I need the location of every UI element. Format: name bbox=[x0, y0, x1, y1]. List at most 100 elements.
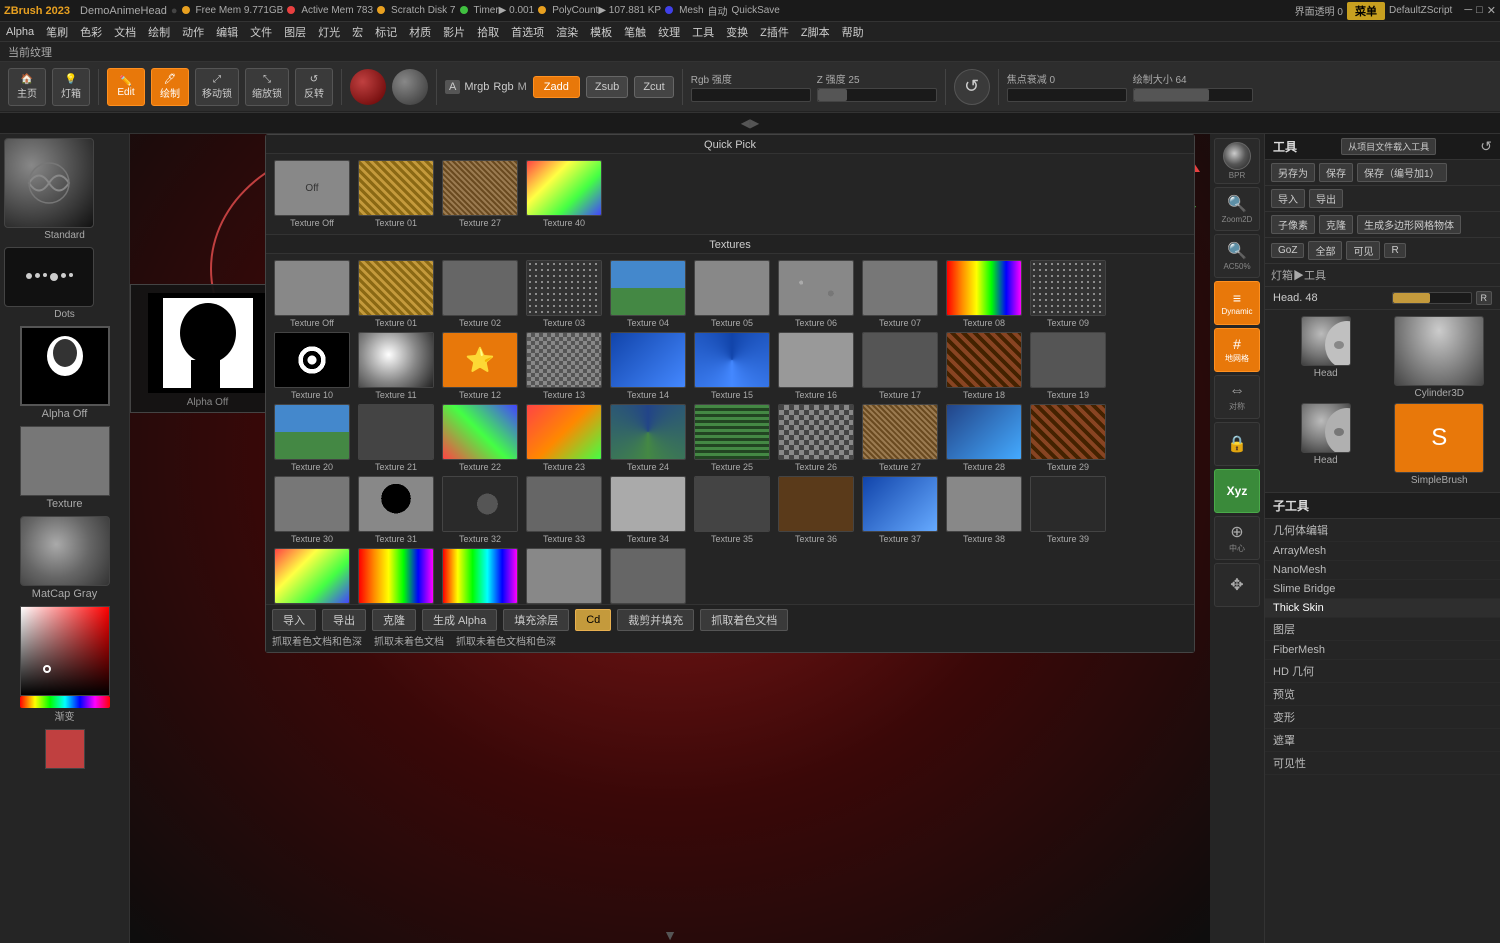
rgb-strength-slider[interactable] bbox=[691, 88, 811, 102]
menu-zplugin[interactable]: Z插件 bbox=[760, 24, 789, 40]
tex-31-item[interactable]: Texture 31 bbox=[356, 476, 436, 544]
head-tool-2[interactable]: Head bbox=[1271, 403, 1381, 486]
menu-render[interactable]: 渲染 bbox=[556, 24, 578, 40]
fiber-mesh-item[interactable]: FiberMesh bbox=[1265, 641, 1500, 660]
cylinder-tool[interactable]: Cylinder3D bbox=[1385, 316, 1495, 399]
menu-action[interactable]: 动作 bbox=[182, 24, 204, 40]
crop-fill-btn[interactable]: 裁剪并填充 bbox=[617, 609, 694, 631]
tex-37-item[interactable]: Texture 37 bbox=[860, 476, 940, 544]
collapse-arrows[interactable]: ◀▶ bbox=[741, 116, 759, 130]
mrgb-btn[interactable]: Mrgb bbox=[464, 81, 489, 93]
default-zscript[interactable]: DefaultZScript bbox=[1389, 5, 1452, 16]
home-btn[interactable]: 🏠 主页 bbox=[8, 68, 46, 106]
tex-off-item[interactable]: Texture Off bbox=[272, 260, 352, 328]
alpha-thumb[interactable] bbox=[20, 326, 110, 406]
tex-04-item[interactable]: Texture 04 bbox=[608, 260, 688, 328]
qp-texture-27[interactable]: Texture 27 bbox=[440, 160, 520, 228]
head-r-btn[interactable]: R bbox=[1476, 291, 1493, 305]
tex-05-item[interactable]: Texture 05 bbox=[692, 260, 772, 328]
canvas-bottom-arrow[interactable]: ▼ bbox=[663, 927, 677, 943]
zoom-btn[interactable]: ↺ bbox=[954, 69, 990, 105]
menu-stencil[interactable]: 模板 bbox=[590, 24, 612, 40]
menu-prefs[interactable]: 首选项 bbox=[511, 24, 544, 40]
simplebrush-tool[interactable]: S SimpleBrush bbox=[1385, 403, 1495, 486]
menu-file[interactable]: 文件 bbox=[250, 24, 272, 40]
tex-39-item[interactable]: Texture 39 bbox=[1028, 476, 1108, 544]
color-swatch[interactable] bbox=[45, 729, 85, 769]
tex-10-item[interactable]: Texture 10 bbox=[272, 332, 352, 400]
dynamic-btn[interactable]: ≡ Dynamic bbox=[1214, 281, 1260, 325]
lock-btn[interactable]: 🔒 bbox=[1214, 422, 1260, 466]
tex-02-item[interactable]: Texture 02 bbox=[440, 260, 520, 328]
xyz-btn[interactable]: Xyz bbox=[1214, 469, 1260, 513]
mask-item[interactable]: 遮罩 bbox=[1265, 729, 1500, 752]
qp-texture-off[interactable]: Off Texture Off bbox=[272, 160, 352, 228]
head-tool-1[interactable]: Head bbox=[1271, 316, 1381, 399]
hd-geo-item[interactable]: HD 几何 bbox=[1265, 660, 1500, 683]
clone-btn[interactable]: 克隆 bbox=[372, 609, 416, 631]
tex-32-item[interactable]: Texture 32 bbox=[440, 476, 520, 544]
tex-41-item[interactable]: Texture 41 bbox=[356, 548, 436, 604]
array-mesh-item[interactable]: ArrayMesh bbox=[1265, 542, 1500, 561]
color-picker[interactable] bbox=[20, 606, 110, 696]
tex-20-item[interactable]: Texture 20 bbox=[272, 404, 352, 472]
zoom2d-btn[interactable]: 🔍 Zoom2D bbox=[1214, 187, 1260, 231]
tex-08-item[interactable]: Texture 08 bbox=[944, 260, 1024, 328]
tex-19-item[interactable]: Texture 19 bbox=[1028, 332, 1108, 400]
tex-09-item[interactable]: Texture 09 bbox=[1028, 260, 1108, 328]
rt-clone-btn[interactable]: 克隆 bbox=[1319, 215, 1353, 234]
menu-layer[interactable]: 图层 bbox=[284, 24, 306, 40]
thick-skin-item[interactable]: Thick Skin bbox=[1265, 599, 1500, 618]
menu-tool[interactable]: 工具 bbox=[692, 24, 714, 40]
quicksave-btn[interactable]: QuickSave bbox=[732, 5, 780, 16]
menu-brush[interactable]: 笔刷 bbox=[46, 24, 68, 40]
r-btn2[interactable]: R bbox=[1384, 243, 1405, 258]
menu-btn[interactable]: 菜单 bbox=[1347, 2, 1385, 20]
menu-pick[interactable]: 拾取 bbox=[477, 24, 499, 40]
tex-35-item[interactable]: Texture 35 bbox=[692, 476, 772, 544]
deform-item[interactable]: 变形 bbox=[1265, 706, 1500, 729]
hue-bar[interactable] bbox=[20, 696, 110, 708]
visible-item[interactable]: 可见性 bbox=[1265, 752, 1500, 775]
z-strength-slider[interactable] bbox=[817, 88, 937, 102]
tex-06-item[interactable]: Texture 06 bbox=[776, 260, 856, 328]
zsub-btn[interactable]: Zsub bbox=[586, 76, 628, 98]
zadd-btn[interactable]: Zadd bbox=[533, 76, 580, 98]
all-btn[interactable]: 全部 bbox=[1308, 241, 1342, 260]
edit-btn[interactable]: ✏️ Edit bbox=[107, 68, 145, 106]
import-btn[interactable]: 导入 bbox=[272, 609, 316, 631]
lightbox-btn[interactable]: 💡 灯箱 bbox=[52, 68, 90, 106]
refresh-icon[interactable]: ↺ bbox=[1480, 138, 1492, 155]
brush-thumb[interactable] bbox=[4, 138, 94, 228]
tex-03-item[interactable]: Texture 03 bbox=[524, 260, 604, 328]
tex-42-item[interactable]: Texture 42 bbox=[440, 548, 520, 604]
tex-27-item[interactable]: Texture 27 bbox=[860, 404, 940, 472]
tex-22-item[interactable]: Texture 22 bbox=[440, 404, 520, 472]
cd-btn[interactable]: Cd bbox=[575, 609, 611, 631]
grab-color-btn[interactable]: 抓取着色文档 bbox=[700, 609, 788, 631]
tex-21-item[interactable]: Texture 21 bbox=[356, 404, 436, 472]
slime-bridge-item[interactable]: Slime Bridge bbox=[1265, 580, 1500, 599]
rgb-btn[interactable]: Rgb bbox=[493, 81, 513, 93]
matcap-thumb[interactable] bbox=[20, 516, 110, 586]
tex-12-item[interactable]: ⭐ Texture 12 bbox=[440, 332, 520, 400]
sub-div-btn[interactable]: 子像素 bbox=[1271, 215, 1315, 234]
tex-01-item[interactable]: Texture 01 bbox=[356, 260, 436, 328]
visible-btn[interactable]: 可见 bbox=[1346, 241, 1380, 260]
draw-size-slider[interactable] bbox=[1133, 88, 1253, 102]
goz-btn[interactable]: GoZ bbox=[1271, 243, 1304, 258]
draw-btn[interactable]: 🖊 绘制 bbox=[151, 68, 189, 106]
tex-23-item[interactable]: Texture 23 bbox=[524, 404, 604, 472]
close-icon[interactable]: ✕ bbox=[1487, 4, 1496, 17]
focal-slider[interactable] bbox=[1007, 88, 1127, 102]
rt-import-btn[interactable]: 导入 bbox=[1271, 189, 1305, 208]
rotate-btn[interactable]: ↺ 反转 bbox=[295, 68, 333, 106]
maximize-icon[interactable]: □ bbox=[1476, 4, 1483, 17]
menu-doc[interactable]: 文档 bbox=[114, 24, 136, 40]
export-btn[interactable]: 导出 bbox=[322, 609, 366, 631]
menu-zscript[interactable]: Z脚本 bbox=[801, 24, 830, 40]
ac50-btn[interactable]: 🔍 AC50% bbox=[1214, 234, 1260, 278]
material-sphere[interactable] bbox=[350, 69, 386, 105]
tex-30-item[interactable]: Texture 30 bbox=[272, 476, 352, 544]
dots-thumb[interactable] bbox=[4, 247, 94, 307]
